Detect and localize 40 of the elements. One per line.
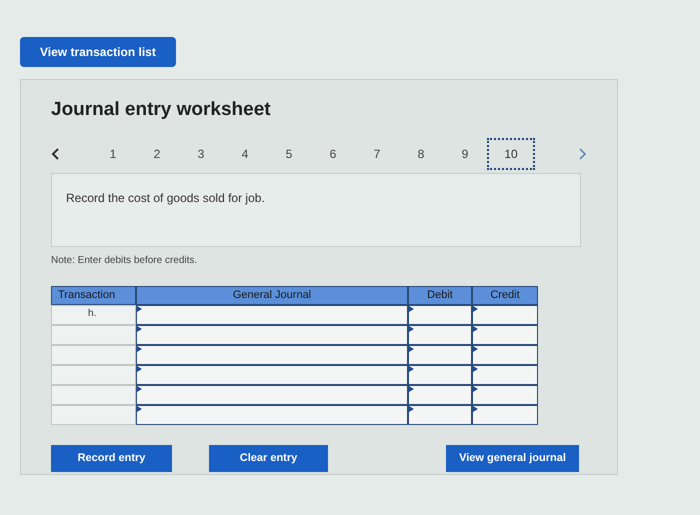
input-field[interactable] — [408, 344, 472, 364]
input-field[interactable] — [408, 404, 472, 424]
instruction-text: Record the cost of goods sold for job. — [66, 190, 265, 204]
input-field[interactable] — [136, 364, 408, 384]
note-text: Note: Enter debits before credits. — [51, 254, 198, 268]
step-tab[interactable]: 10 — [487, 138, 535, 170]
column-header: Credit — [472, 286, 538, 304]
step-tab[interactable]: 3 — [179, 138, 223, 170]
input-field[interactable] — [408, 364, 472, 384]
input-field[interactable] — [472, 404, 538, 424]
column-header: General Journal — [136, 286, 408, 304]
action-button[interactable]: Clear entry — [209, 444, 328, 472]
column-header: Transaction — [51, 286, 136, 304]
view-transaction-list-button[interactable]: View transaction list — [20, 37, 176, 67]
input-field[interactable] — [136, 304, 408, 324]
action-button[interactable]: View general journal — [446, 444, 579, 472]
input-field[interactable] — [472, 304, 538, 324]
step-tab[interactable]: 7 — [355, 138, 399, 170]
input-field[interactable] — [136, 324, 408, 344]
input-field[interactable] — [136, 344, 408, 364]
step-tab[interactable]: 8 — [399, 138, 443, 170]
step-tab[interactable]: 9 — [443, 138, 487, 170]
step-tab[interactable]: 4 — [223, 138, 267, 170]
step-tab[interactable]: 5 — [267, 138, 311, 170]
input-field[interactable] — [136, 384, 408, 404]
step-tab[interactable]: 1 — [91, 138, 135, 170]
worksheet-title: Journal entry worksheet — [51, 98, 272, 122]
step-tab[interactable]: 6 — [311, 138, 355, 170]
input-field[interactable] — [408, 324, 472, 344]
column-header: Debit — [408, 286, 472, 304]
step-tab[interactable]: 2 — [135, 138, 179, 170]
input-field[interactable] — [472, 344, 538, 364]
input-field[interactable] — [472, 364, 538, 384]
input-field[interactable] — [408, 304, 472, 324]
input-field[interactable] — [408, 384, 472, 404]
action-button[interactable]: Record entry — [51, 444, 172, 472]
input-field[interactable] — [472, 324, 538, 344]
input-field[interactable] — [136, 404, 408, 424]
input-field[interactable] — [472, 384, 538, 404]
transaction-cell: h. — [51, 304, 136, 324]
